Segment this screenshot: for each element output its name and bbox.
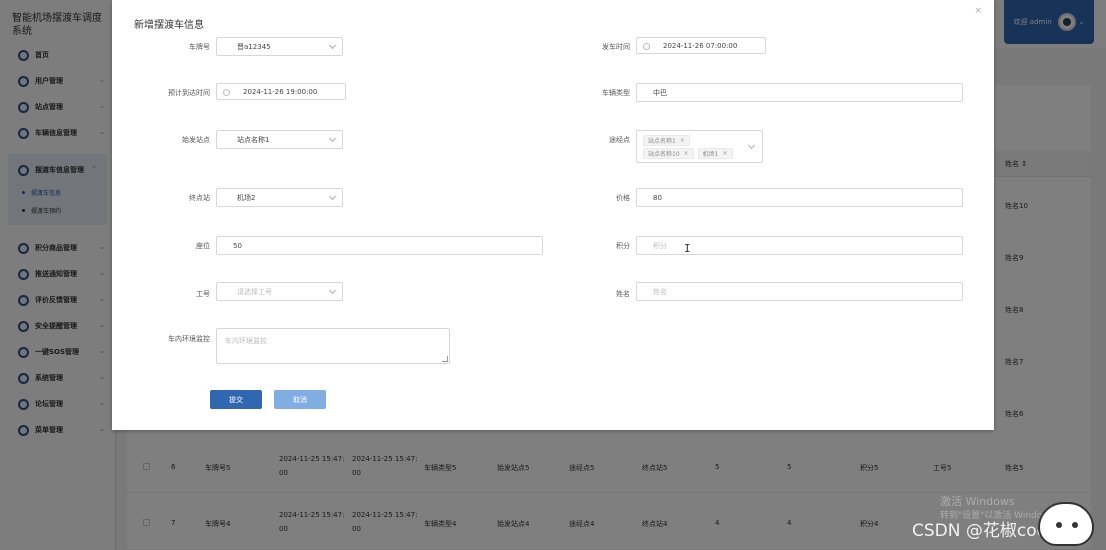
- tag-close-icon[interactable]: ×: [680, 137, 685, 144]
- env-textarea[interactable]: 车内环境监控: [216, 328, 450, 364]
- vehicle-type-value: 中巴: [653, 88, 667, 97]
- depart-time-value: 2024-11-26 07:00:00: [663, 41, 738, 50]
- via-tag: 机场1 ×: [697, 148, 733, 159]
- end-station-select[interactable]: 机场2: [216, 188, 343, 207]
- arrive-time-label: 预计到达时间: [168, 89, 210, 97]
- points-placeholder: 积分: [653, 241, 667, 250]
- tag-label: 站点名称1: [648, 138, 676, 145]
- seats-value: 50: [233, 241, 242, 250]
- add-shuttle-dialog: 新增摆渡车信息 × 车牌号 晋a12345 发车时间 2024-11-26 07…: [112, 0, 994, 430]
- name-label: 姓名: [616, 290, 630, 298]
- depart-time-label: 发车时间: [602, 43, 630, 51]
- name-placeholder: 姓名: [653, 287, 667, 296]
- depart-time-picker[interactable]: 2024-11-26 07:00:00: [636, 37, 766, 54]
- end-station-label: 终点站: [189, 194, 210, 202]
- close-icon[interactable]: ×: [974, 6, 982, 16]
- env-placeholder: 车内环境监控: [225, 337, 267, 345]
- plate-label: 车牌号: [189, 43, 210, 51]
- price-label: 价格: [616, 194, 630, 202]
- env-label: 车内环境监控: [168, 335, 210, 343]
- price-input[interactable]: 80: [636, 188, 963, 207]
- job-no-label: 工号: [196, 290, 210, 298]
- start-station-label: 始发站点: [182, 136, 210, 144]
- arrive-time-value: 2024-11-26 19:00:00: [243, 87, 318, 96]
- cancel-button[interactable]: 取消: [274, 390, 326, 409]
- via-tag: 站点名称10 ×: [643, 148, 694, 159]
- clock-icon: [223, 89, 230, 96]
- resize-handle-icon[interactable]: [442, 356, 448, 362]
- text-cursor-icon: I: [684, 242, 691, 255]
- via-multiselect[interactable]: 站点名称1 × 站点名称10 × 机场1 ×: [636, 130, 763, 163]
- chevron-down-icon: [328, 286, 337, 295]
- mascot-icon: [1038, 502, 1094, 546]
- name-input[interactable]: 姓名: [636, 282, 963, 301]
- price-value: 80: [653, 193, 662, 202]
- via-tag: 站点名称1 ×: [643, 135, 690, 146]
- end-station-value: 机场2: [237, 193, 256, 202]
- tag-close-icon[interactable]: ×: [723, 150, 728, 157]
- start-station-select[interactable]: 站点名称1: [216, 130, 343, 149]
- vehicle-type-input[interactable]: 中巴: [636, 83, 963, 102]
- seats-label: 座位: [196, 242, 210, 250]
- vehicle-type-label: 车辆类型: [602, 89, 630, 97]
- watermark-line: 激活 Windows: [940, 495, 1015, 508]
- arrive-time-picker[interactable]: 2024-11-26 19:00:00: [216, 83, 346, 100]
- chevron-down-icon: [328, 192, 337, 201]
- tag-close-icon[interactable]: ×: [684, 150, 689, 157]
- plate-select[interactable]: 晋a12345: [216, 37, 343, 56]
- submit-button[interactable]: 提交: [210, 390, 262, 409]
- chevron-down-icon: [328, 41, 337, 50]
- chevron-down-icon: [328, 134, 337, 143]
- start-station-value: 站点名称1: [237, 135, 270, 144]
- job-no-placeholder: 请选择工号: [237, 287, 272, 296]
- tag-label: 机场1: [702, 151, 719, 158]
- plate-value: 晋a12345: [237, 42, 271, 51]
- via-label: 途经点: [609, 136, 630, 144]
- clock-icon: [643, 43, 650, 50]
- dialog-title: 新增摆渡车信息: [134, 20, 204, 31]
- seats-input[interactable]: 50: [216, 236, 543, 255]
- points-label: 积分: [616, 242, 630, 250]
- job-no-select[interactable]: 请选择工号: [216, 282, 343, 301]
- tag-label: 站点名称10: [648, 151, 680, 158]
